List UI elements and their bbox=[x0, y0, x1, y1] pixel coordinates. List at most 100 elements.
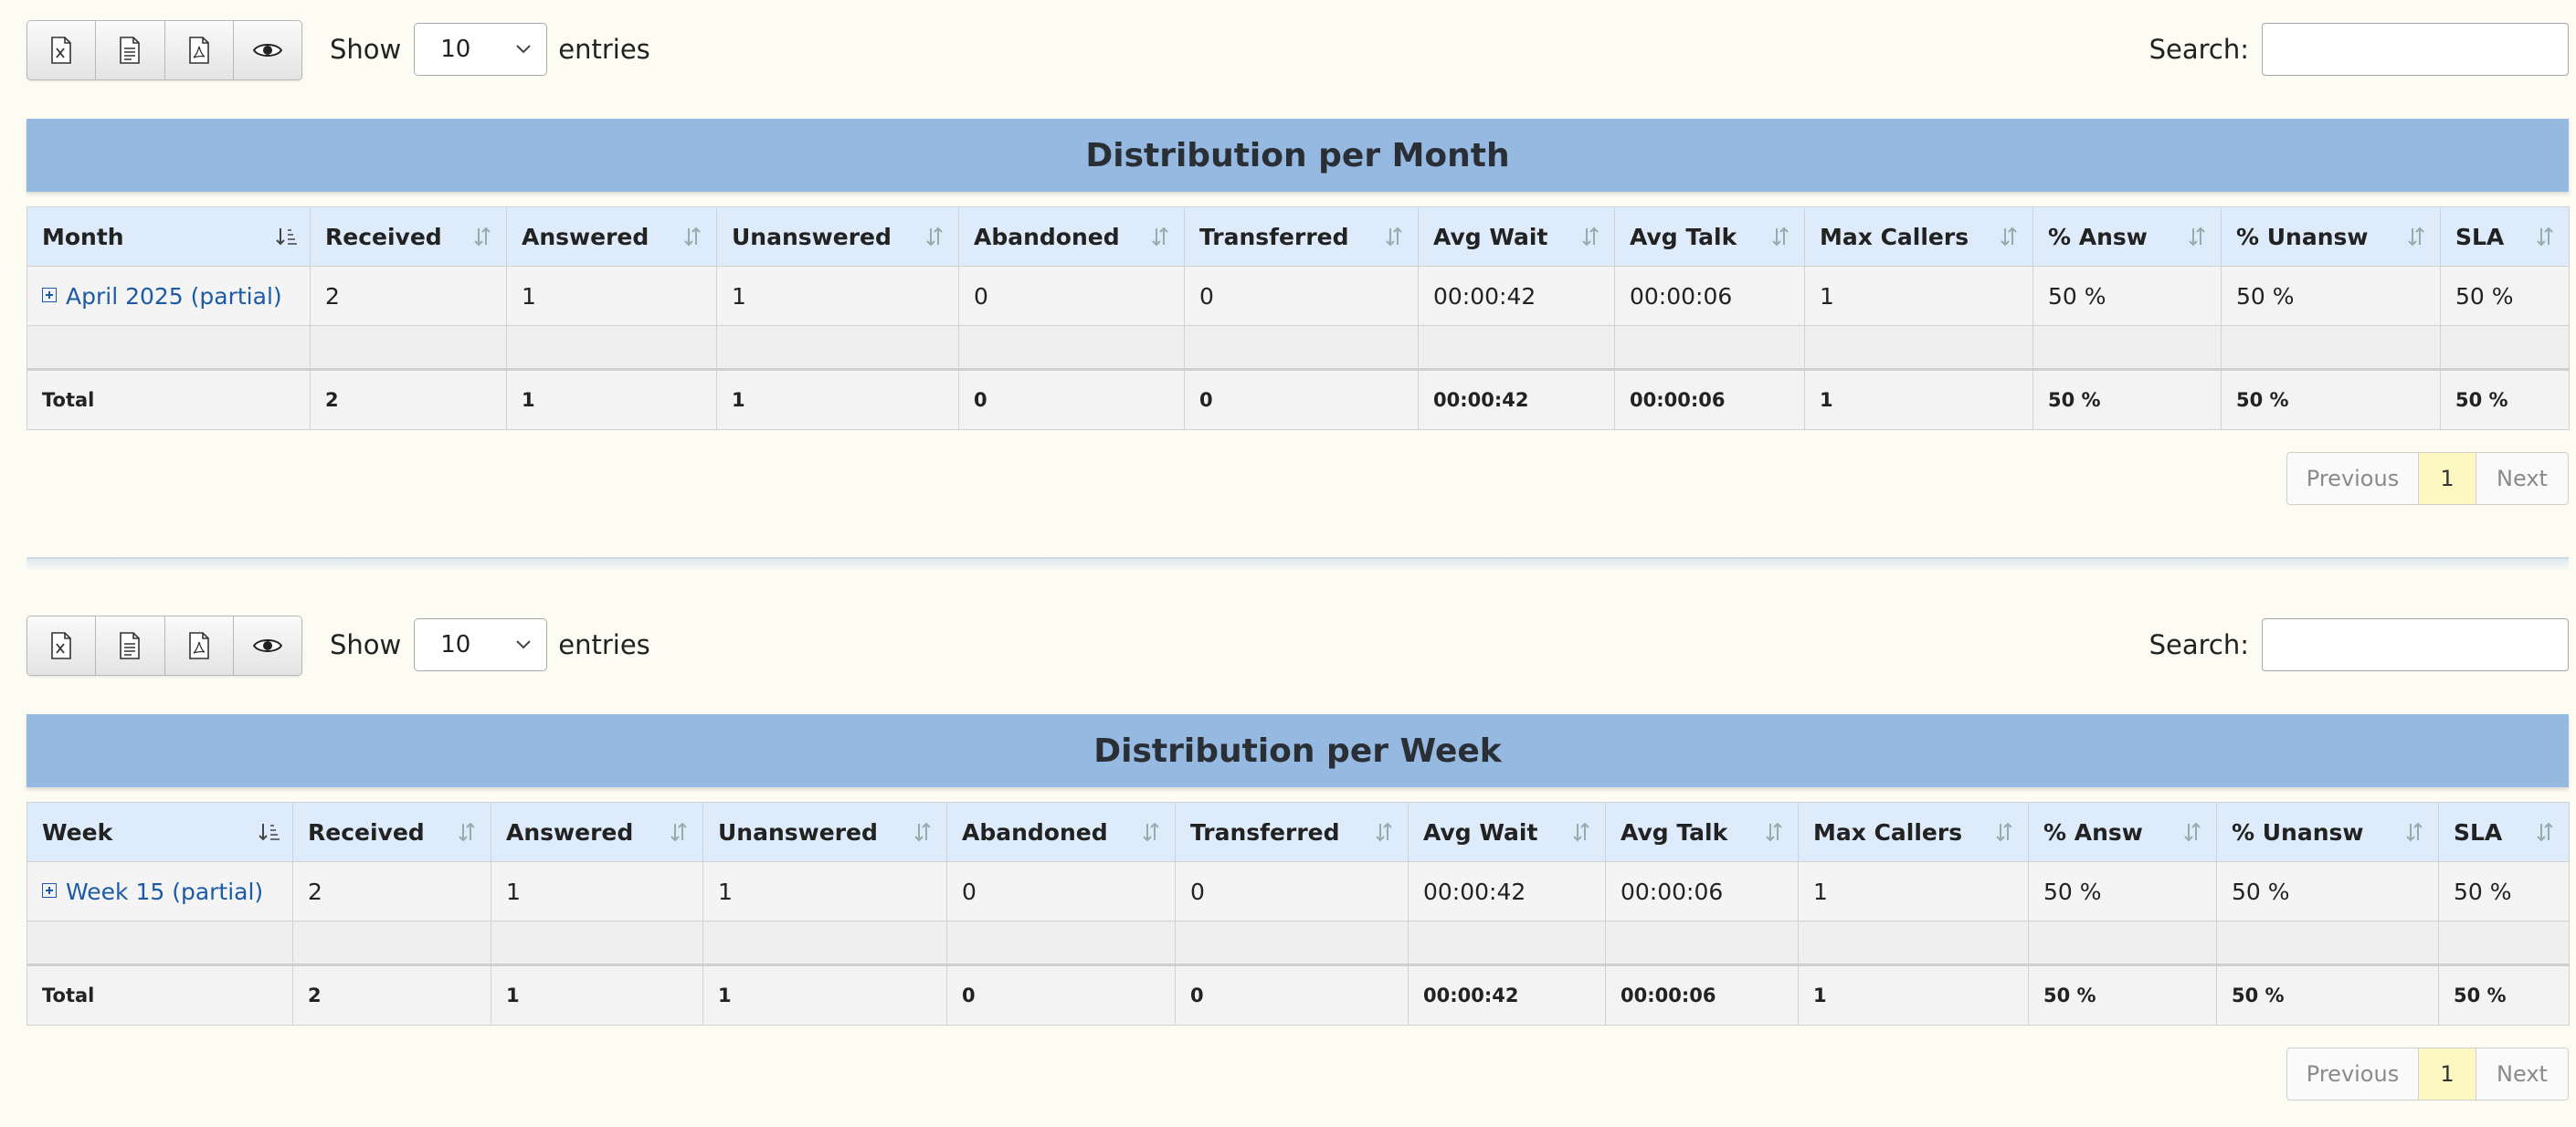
month-distribution-table: Month Received Answered Unanswered Aband… bbox=[26, 206, 2570, 430]
week-distribution-table: Week Received Answered Unanswered Abando… bbox=[26, 802, 2570, 1026]
entries-select[interactable]: 10 bbox=[414, 23, 547, 76]
expand-icon[interactable] bbox=[42, 883, 57, 898]
sort-icon bbox=[1763, 821, 1785, 843]
export-pdf-button[interactable] bbox=[165, 21, 234, 79]
column-header[interactable]: Received bbox=[293, 803, 491, 862]
expand-icon[interactable] bbox=[42, 288, 57, 302]
table-cell: 1 bbox=[1805, 267, 2033, 326]
total-cell: 1 bbox=[1805, 370, 2033, 430]
column-header[interactable]: % Unansw bbox=[2217, 803, 2439, 862]
column-header[interactable]: Avg Talk bbox=[1606, 803, 1799, 862]
export-button-group bbox=[26, 20, 302, 80]
column-header[interactable]: Transferred bbox=[1185, 207, 1419, 267]
sort-icon bbox=[1373, 821, 1395, 843]
header-row: Week Received Answered Unanswered Abando… bbox=[27, 803, 2570, 862]
column-header[interactable]: Max Callers bbox=[1799, 803, 2029, 862]
table-row: Week 15 (partial) 2 1 1 0 0 00:00:42 00:… bbox=[27, 862, 2570, 922]
total-cell: 0 bbox=[1185, 370, 1419, 430]
month-link[interactable]: April 2025 (partial) bbox=[66, 283, 282, 310]
column-header[interactable]: Received bbox=[311, 207, 507, 267]
total-cell: 50 % bbox=[2217, 965, 2439, 1026]
week-link[interactable]: Week 15 (partial) bbox=[66, 879, 263, 905]
search-control: Search: bbox=[2149, 20, 2569, 79]
total-cell: 1 bbox=[717, 370, 959, 430]
search-input[interactable] bbox=[2262, 618, 2569, 671]
column-header[interactable]: % Answ bbox=[2033, 207, 2222, 267]
export-button-group bbox=[26, 616, 302, 676]
total-cell: Total bbox=[27, 370, 311, 430]
month-cell[interactable]: April 2025 (partial) bbox=[27, 267, 311, 326]
show-label: Show bbox=[330, 34, 401, 65]
column-header[interactable]: Max Callers bbox=[1805, 207, 2033, 267]
column-visibility-button[interactable] bbox=[234, 21, 301, 79]
entries-label: entries bbox=[558, 34, 650, 65]
next-page-button[interactable]: Next bbox=[2476, 453, 2568, 504]
table-caption: Distribution per Week bbox=[26, 714, 2569, 787]
table-cell: 0 bbox=[947, 862, 1176, 922]
table-row: April 2025 (partial) 2 1 1 0 0 00:00:42 … bbox=[27, 267, 2570, 326]
column-header[interactable]: Abandoned bbox=[959, 207, 1185, 267]
week-section: Show 10 entries Search: Distribution per… bbox=[26, 616, 2569, 1026]
table-cell: 0 bbox=[1176, 862, 1409, 922]
empty-row bbox=[27, 326, 2570, 370]
column-header[interactable]: SLA bbox=[2441, 207, 2570, 267]
sort-icon bbox=[1998, 226, 2020, 248]
table-cell: 1 bbox=[491, 862, 703, 922]
pagination: Previous 1 Next bbox=[2286, 452, 2569, 505]
export-excel-button[interactable] bbox=[27, 21, 96, 79]
page-number-button[interactable]: 1 bbox=[2419, 453, 2476, 504]
entries-select[interactable]: 10 bbox=[414, 618, 547, 671]
column-header[interactable]: Answered bbox=[491, 803, 703, 862]
export-excel-button[interactable] bbox=[27, 616, 96, 675]
total-cell: 2 bbox=[293, 965, 491, 1026]
previous-page-button[interactable]: Previous bbox=[2287, 453, 2419, 504]
month-toolbar: Show 10 entries Search: bbox=[26, 20, 2569, 84]
excel-icon bbox=[49, 37, 73, 64]
pdf-icon bbox=[187, 632, 211, 659]
total-row: Total 2 1 1 0 0 00:00:42 00:00:06 1 50 %… bbox=[27, 370, 2570, 430]
column-header[interactable]: Answered bbox=[507, 207, 717, 267]
next-page-button[interactable]: Next bbox=[2476, 1048, 2568, 1100]
export-csv-button[interactable] bbox=[96, 21, 164, 79]
column-header[interactable]: SLA bbox=[2439, 803, 2570, 862]
total-cell: 0 bbox=[947, 965, 1176, 1026]
column-header[interactable]: Transferred bbox=[1176, 803, 1409, 862]
pdf-icon bbox=[187, 37, 211, 64]
table-cell: 2 bbox=[311, 267, 507, 326]
column-header[interactable]: Avg Wait bbox=[1419, 207, 1615, 267]
chevron-down-icon bbox=[515, 44, 532, 55]
export-csv-button[interactable] bbox=[96, 616, 164, 675]
csv-icon bbox=[118, 37, 142, 64]
total-cell: 00:00:06 bbox=[1615, 370, 1805, 430]
total-cell: 2 bbox=[311, 370, 507, 430]
column-header[interactable]: Unanswered bbox=[717, 207, 959, 267]
column-header[interactable]: % Answ bbox=[2029, 803, 2217, 862]
column-header[interactable]: % Unansw bbox=[2222, 207, 2441, 267]
week-cell[interactable]: Week 15 (partial) bbox=[27, 862, 293, 922]
column-header[interactable]: Avg Wait bbox=[1409, 803, 1606, 862]
entries-select-value: 10 bbox=[440, 36, 470, 63]
sort-icon bbox=[681, 226, 703, 248]
table-cell: 50 % bbox=[2441, 267, 2570, 326]
total-cell: 1 bbox=[507, 370, 717, 430]
previous-page-button[interactable]: Previous bbox=[2287, 1048, 2419, 1100]
sort-icon bbox=[2403, 821, 2425, 843]
column-header[interactable]: Week bbox=[27, 803, 293, 862]
column-header[interactable]: Avg Talk bbox=[1615, 207, 1805, 267]
total-cell: 1 bbox=[1799, 965, 2029, 1026]
page-number-button[interactable]: 1 bbox=[2419, 1048, 2476, 1100]
header-row: Month Received Answered Unanswered Aband… bbox=[27, 207, 2570, 267]
entries-label: entries bbox=[558, 629, 650, 660]
total-cell: 1 bbox=[703, 965, 947, 1026]
column-header[interactable]: Month bbox=[27, 207, 311, 267]
table-cell: 00:00:06 bbox=[1615, 267, 1805, 326]
sort-icon bbox=[1993, 821, 2015, 843]
sort-icon bbox=[2534, 226, 2556, 248]
column-visibility-button[interactable] bbox=[234, 616, 301, 675]
table-cell: 50 % bbox=[2439, 862, 2570, 922]
column-header[interactable]: Unanswered bbox=[703, 803, 947, 862]
export-pdf-button[interactable] bbox=[165, 616, 234, 675]
column-header[interactable]: Abandoned bbox=[947, 803, 1176, 862]
search-input[interactable] bbox=[2262, 23, 2569, 76]
search-control: Search: bbox=[2149, 616, 2569, 674]
